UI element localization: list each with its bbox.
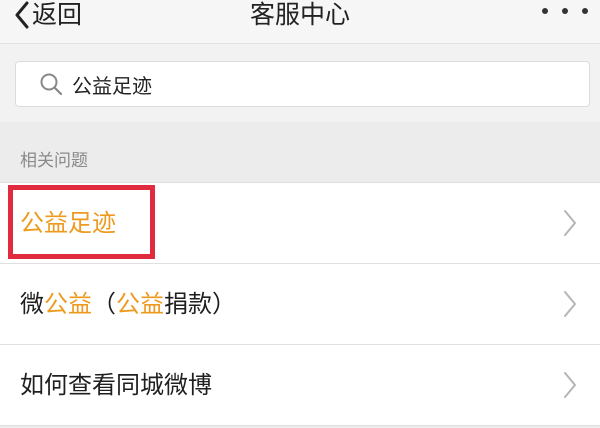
chevron-right-icon xyxy=(564,210,576,236)
search-box[interactable] xyxy=(15,61,590,107)
list-item-label: 公益足迹 xyxy=(20,183,116,263)
section-header: 相关问题 xyxy=(0,122,600,182)
label-text: 如何查看同城微博 xyxy=(20,371,212,399)
more-dot xyxy=(582,8,588,14)
navigation-bar: 返回 客服中心 xyxy=(0,0,600,44)
label-text: 捐款） xyxy=(164,290,236,318)
search-input[interactable] xyxy=(72,72,552,96)
list-item[interactable]: 微公益（公益捐款） xyxy=(0,264,600,345)
section-label: 相关问题 xyxy=(20,151,88,171)
customer-service-screen: 返回 客服中心 相关问题 公益足迹微公益（公益捐款）如何查看同城微博 xyxy=(0,0,600,428)
more-options-button[interactable] xyxy=(542,4,588,18)
highlighted-keyword: 公益足迹 xyxy=(20,209,116,237)
search-icon xyxy=(38,71,64,97)
label-text: 微 xyxy=(20,290,44,318)
chevron-right-icon xyxy=(564,372,576,398)
list-item-label: 如何查看同城微博 xyxy=(20,345,212,425)
highlighted-keyword: 公益 xyxy=(116,290,164,318)
chevron-right-icon xyxy=(564,291,576,317)
list-item[interactable]: 如何查看同城微博 xyxy=(0,345,600,426)
page-title: 客服中心 xyxy=(249,0,350,29)
label-text: （ xyxy=(92,290,116,318)
list-item[interactable]: 公益足迹 xyxy=(0,183,600,264)
highlighted-keyword: 公益 xyxy=(44,290,92,318)
search-area xyxy=(0,44,600,122)
list-item-label: 微公益（公益捐款） xyxy=(20,264,236,344)
more-dot xyxy=(562,8,568,14)
more-dots-icon xyxy=(542,8,548,14)
related-questions-list: 公益足迹 微公益（公益捐款） 如何查看同城微博 xyxy=(0,182,600,426)
